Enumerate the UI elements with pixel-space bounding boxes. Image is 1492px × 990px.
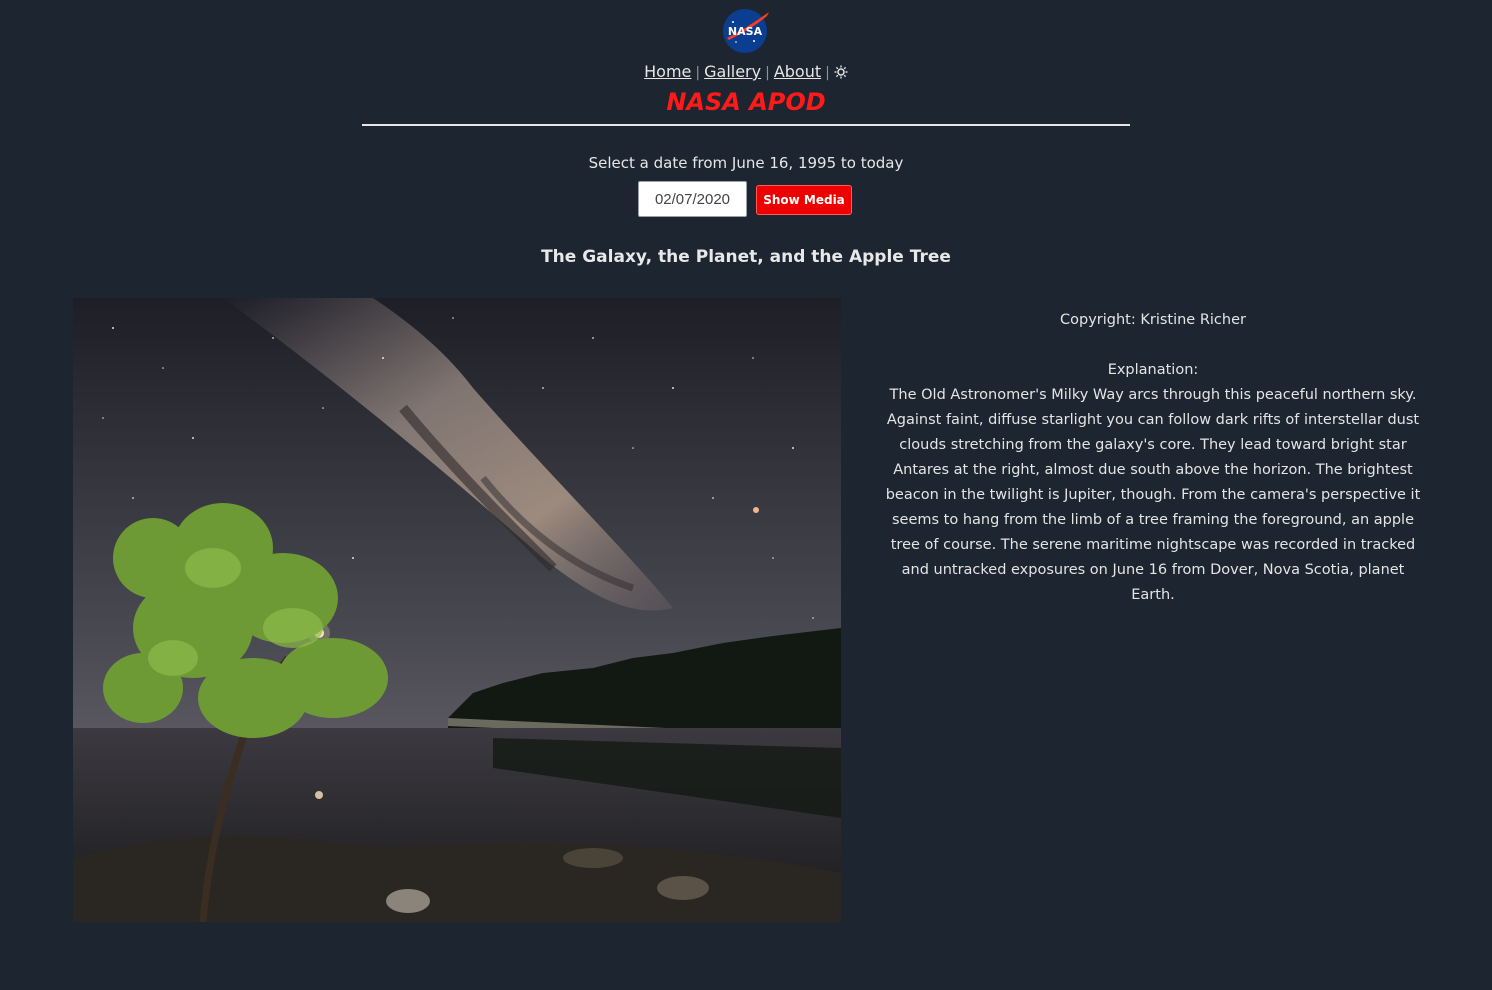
nav-separator: |	[825, 65, 830, 81]
nasa-logo-text: NASA	[728, 25, 763, 38]
brand-title: NASA APOD	[666, 88, 826, 116]
nav-gallery-link[interactable]: Gallery	[704, 62, 761, 81]
show-media-button[interactable]: Show Media	[756, 185, 852, 215]
explanation-text: The Old Astronomer's Milky Way arcs thro…	[885, 387, 1421, 603]
date-input[interactable]	[638, 181, 747, 217]
media-title: The Galaxy, the Planet, and the Apple Tr…	[541, 247, 951, 267]
sun-icon[interactable]	[834, 64, 848, 79]
header-divider	[362, 124, 1130, 126]
explanation-label: Explanation:	[1107, 362, 1199, 378]
copyright-text: Copyright: Kristine Richer	[1060, 312, 1246, 328]
nasa-logo-icon[interactable]: NASA	[721, 8, 771, 54]
nav-separator: |	[695, 65, 701, 81]
nav-about-link[interactable]: About	[774, 62, 821, 81]
media-details: Copyright: Kristine Richer Explanation: …	[880, 308, 1426, 608]
nav-home-link[interactable]: Home	[644, 62, 691, 81]
nav-separator: |	[765, 65, 770, 81]
apod-image[interactable]	[73, 298, 841, 922]
main-nav: Home | Gallery | About |	[0, 62, 1492, 81]
date-range-prompt: Select a date from June 16, 1995 to toda…	[588, 154, 904, 172]
